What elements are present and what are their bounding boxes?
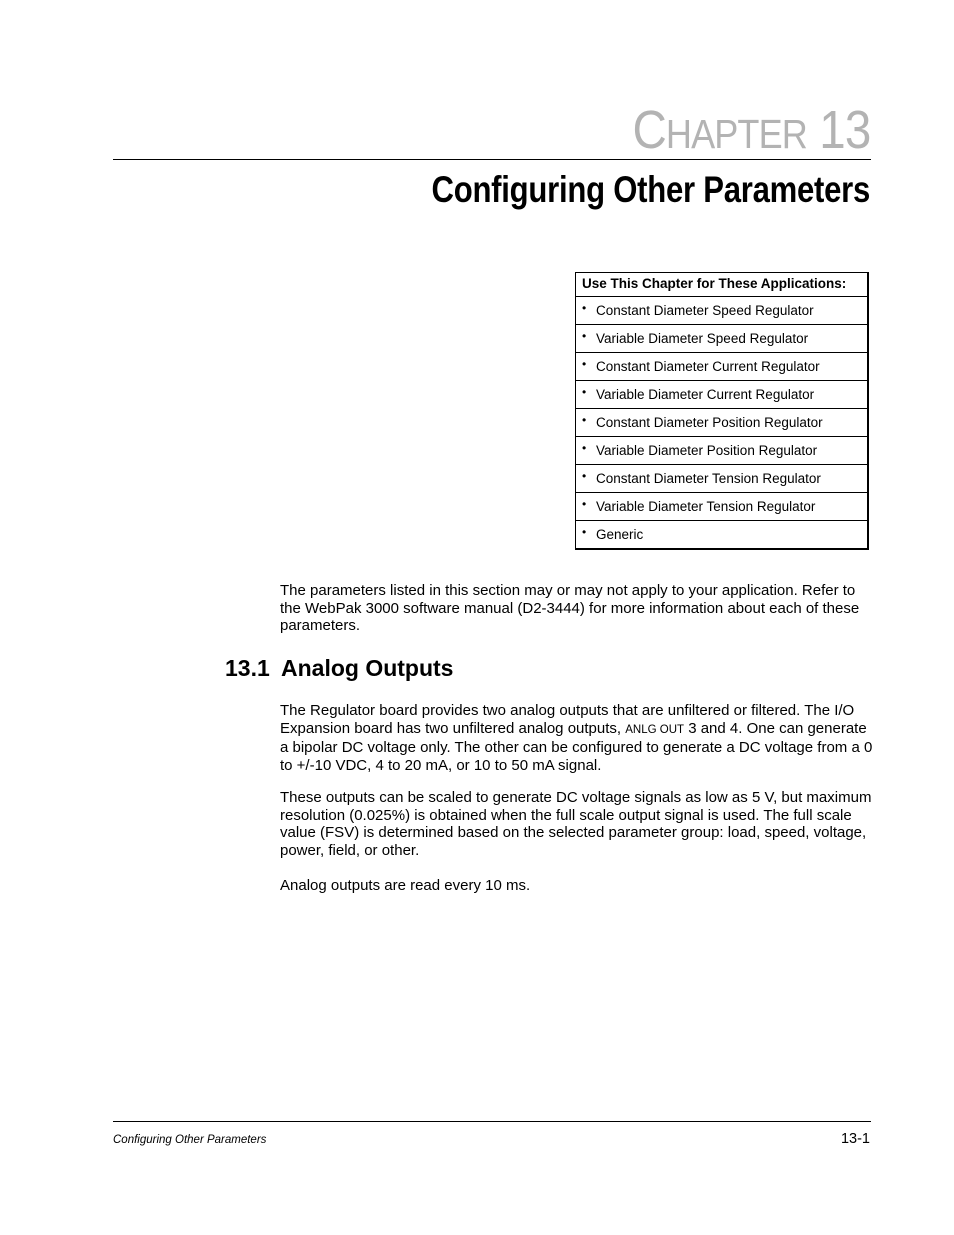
section-number: 13.1 — [225, 655, 270, 681]
section-paragraph-2: These outputs can be scaled to generate … — [280, 789, 872, 859]
section-paragraph-3: Analog outputs are read every 10 ms. — [280, 877, 531, 894]
chapter-title: Configuring Other Parameters — [431, 169, 870, 210]
application-row: • Generic — [576, 521, 867, 548]
bullet-icon: • — [582, 441, 587, 455]
application-name: Variable Diameter Speed Regulator — [596, 331, 809, 346]
chapter-number: 13 — [818, 100, 871, 160]
section-heading: 13.1 Analog Outputs — [225, 653, 453, 683]
bullet-icon: • — [582, 301, 587, 315]
chapter-label-initial: C — [632, 100, 666, 160]
applications-table: Use This Chapter for These Applications:… — [575, 272, 869, 550]
application-row: • Variable Diameter Current Regulator — [576, 381, 867, 409]
application-row: • Variable Diameter Tension Regulator — [576, 493, 867, 521]
footer-title: Configuring Other Parameters — [113, 1134, 267, 1146]
section-title: Analog Outputs — [281, 655, 454, 681]
application-row: • Constant Diameter Tension Regulator — [576, 465, 867, 493]
bullet-icon: • — [582, 413, 587, 427]
application-name: Constant Diameter Tension Regulator — [596, 471, 821, 486]
application-row: • Variable Diameter Speed Regulator — [576, 325, 867, 353]
application-name: Variable Diameter Position Regulator — [596, 443, 818, 458]
application-row: • Constant Diameter Current Regulator — [576, 353, 867, 381]
footer-rule — [113, 1121, 871, 1122]
bullet-icon: • — [582, 525, 587, 539]
title-rule — [113, 159, 871, 160]
application-name: Generic — [596, 527, 644, 542]
application-name: Constant Diameter Speed Regulator — [596, 303, 814, 318]
bullet-icon: • — [582, 385, 587, 399]
application-name: Constant Diameter Current Regulator — [596, 359, 820, 374]
application-name: Constant Diameter Position Regulator — [596, 415, 823, 430]
chapter-label: CHAPTER 13 — [632, 100, 871, 164]
application-name: Variable Diameter Tension Regulator — [596, 499, 816, 514]
bullet-icon: • — [582, 357, 587, 371]
chapter-label-rest: HAPTER — [665, 111, 807, 157]
bullet-icon: • — [582, 329, 587, 343]
application-row: • Variable Diameter Position Regulator — [576, 437, 867, 465]
application-row: • Constant Diameter Position Regulator — [576, 409, 867, 437]
signal-name: ANLG OUT — [625, 723, 685, 736]
page-number: 13-1 — [840, 1131, 870, 1147]
intro-paragraph: The parameters listed in this section ma… — [280, 582, 860, 634]
bullet-icon: • — [582, 469, 587, 483]
bullet-icon: • — [582, 497, 587, 511]
application-row: • Constant Diameter Speed Regulator — [576, 297, 867, 325]
applications-table-heading: Use This Chapter for These Applications: — [576, 273, 867, 297]
section-paragraph-1: The Regulator board provides two analog … — [280, 702, 875, 774]
application-name: Variable Diameter Current Regulator — [596, 387, 815, 402]
